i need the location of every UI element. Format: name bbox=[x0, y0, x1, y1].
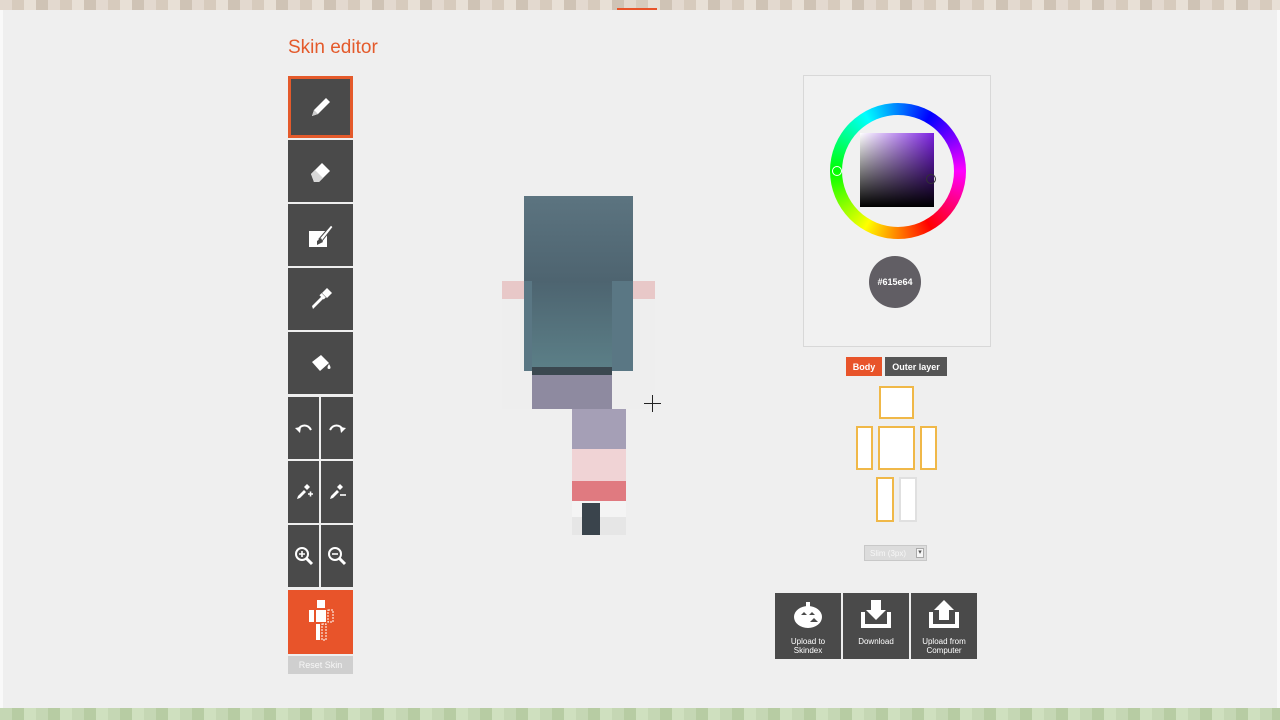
body-parts-icon bbox=[308, 600, 333, 641]
download-button[interactable]: Download bbox=[843, 593, 909, 659]
skin-preview-canvas[interactable] bbox=[500, 195, 660, 540]
skin-shoe bbox=[582, 503, 600, 535]
download-icon bbox=[861, 600, 891, 628]
part-right-arm-toggle[interactable] bbox=[856, 426, 873, 470]
brush-icon bbox=[308, 224, 334, 247]
bucket-icon bbox=[311, 355, 330, 371]
top-accent-bar bbox=[617, 8, 657, 10]
lighten-tool-button[interactable] bbox=[288, 461, 319, 523]
hue-wheel[interactable] bbox=[830, 103, 966, 239]
upload-computer-label-2: Computer bbox=[926, 646, 962, 655]
skin-waist bbox=[532, 367, 612, 375]
bucket-tool-button[interactable] bbox=[288, 332, 353, 394]
left-border bbox=[0, 10, 3, 708]
part-left-arm-toggle[interactable] bbox=[920, 426, 937, 470]
hue-marker[interactable] bbox=[832, 166, 842, 176]
zoom-out-icon bbox=[328, 547, 347, 566]
upload-from-computer-button[interactable]: Upload from Computer bbox=[911, 593, 977, 659]
bottom-decorative-strip bbox=[0, 708, 1280, 720]
lighten-icon bbox=[296, 484, 313, 499]
part-head-toggle[interactable] bbox=[879, 386, 914, 419]
brush-tool-button[interactable] bbox=[288, 204, 353, 266]
chevron-down-icon: ▾ bbox=[916, 548, 924, 558]
eyedropper-icon bbox=[311, 288, 332, 309]
model-type-value: Slim (3px) bbox=[870, 548, 907, 558]
crosshair-cursor bbox=[644, 395, 661, 412]
eraser-tool-button[interactable] bbox=[288, 140, 353, 202]
skin-head bbox=[524, 196, 633, 281]
darken-tool-button[interactable] bbox=[321, 461, 353, 523]
tab-body[interactable]: Body bbox=[846, 357, 882, 376]
upload-icon bbox=[929, 600, 959, 628]
model-type-select[interactable]: Slim (3px) ▾ bbox=[864, 545, 927, 561]
reset-skin-button[interactable]: Reset Skin bbox=[288, 656, 353, 674]
hue-wheel-inner bbox=[842, 115, 954, 227]
part-right-leg-toggle[interactable] bbox=[876, 477, 894, 522]
saturation-value-square[interactable] bbox=[860, 133, 934, 207]
body-parts-toggle-button[interactable] bbox=[288, 590, 353, 654]
eyedropper-tool-button[interactable] bbox=[288, 268, 353, 330]
zoom-in-icon bbox=[294, 547, 313, 566]
upload-skindex-label-2: Skindex bbox=[793, 646, 823, 655]
current-color-swatch: #615e64 bbox=[869, 256, 921, 308]
upload-to-skindex-button[interactable]: Upload to Skindex bbox=[775, 593, 841, 659]
undo-button[interactable] bbox=[288, 397, 319, 459]
skin-skirt bbox=[532, 375, 612, 409]
skindex-pumpkin-icon bbox=[794, 602, 822, 628]
darken-icon bbox=[330, 484, 346, 499]
eraser-icon bbox=[310, 163, 330, 182]
zoom-out-button[interactable] bbox=[321, 525, 353, 587]
part-torso-toggle[interactable] bbox=[878, 426, 915, 470]
zoom-in-button[interactable] bbox=[288, 525, 319, 587]
pencil-tool-button[interactable] bbox=[288, 76, 353, 138]
page-title: Skin editor bbox=[288, 37, 378, 58]
download-label: Download bbox=[858, 637, 894, 646]
redo-button[interactable] bbox=[321, 397, 353, 459]
tab-outer-layer[interactable]: Outer layer bbox=[885, 357, 947, 376]
pencil-icon bbox=[311, 98, 330, 116]
color-picker-panel: #615e64 bbox=[803, 75, 991, 347]
sv-marker[interactable] bbox=[926, 174, 936, 184]
part-left-leg-toggle[interactable] bbox=[899, 477, 917, 522]
undo-icon bbox=[294, 424, 312, 433]
redo-icon bbox=[329, 424, 346, 433]
skin-hair bbox=[532, 281, 612, 371]
